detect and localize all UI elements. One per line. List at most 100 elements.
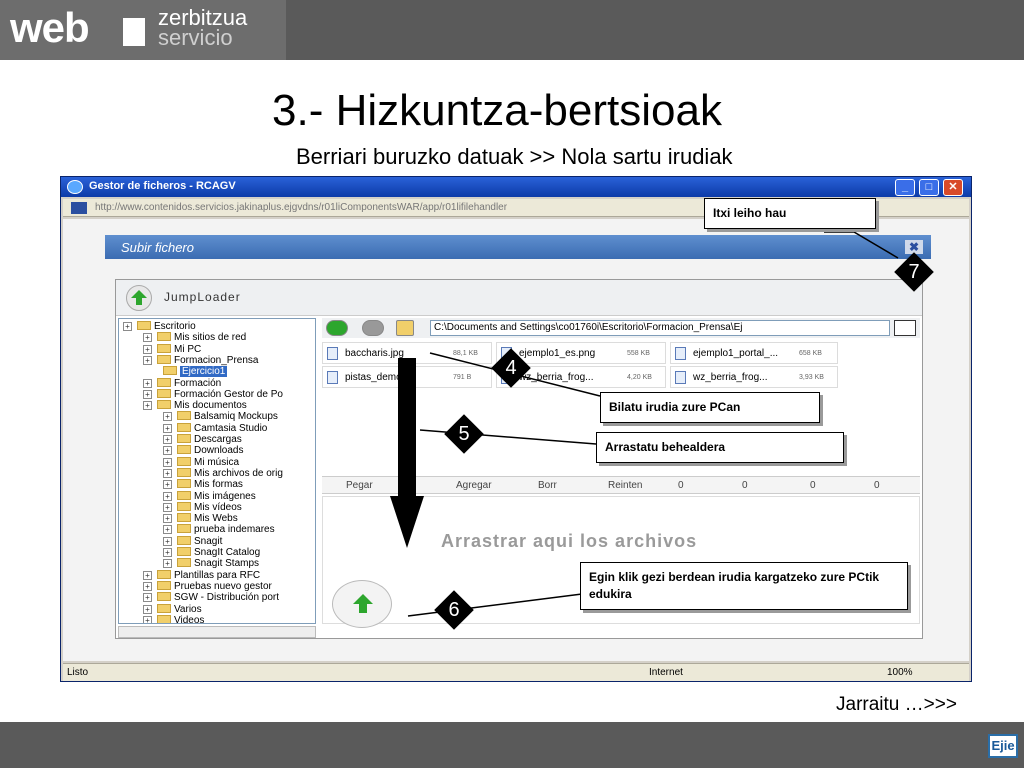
jumploader-upload-icon[interactable]: [126, 285, 152, 311]
maximize-button[interactable]: □: [919, 179, 939, 196]
status-zoom[interactable]: 100%: [887, 667, 913, 678]
tree-item[interactable]: + Mis documentos: [143, 400, 247, 412]
view-toggle-icon[interactable]: [894, 320, 916, 336]
tree-item[interactable]: + Downloads: [163, 445, 243, 457]
folder-icon: [157, 569, 171, 579]
expand-icon[interactable]: +: [163, 559, 172, 569]
tree-item-label: Mis imágenes: [194, 490, 256, 502]
tree-item[interactable]: + Camtasia Studio: [163, 422, 267, 435]
tree-item[interactable]: + SGW - Distribución port: [143, 592, 279, 604]
minimize-button[interactable]: _: [895, 179, 915, 196]
tree-item-label: Videos: [174, 614, 205, 624]
expand-icon[interactable]: +: [143, 593, 152, 603]
up-icon[interactable]: [362, 320, 384, 336]
expand-icon[interactable]: +: [163, 468, 172, 478]
expand-icon[interactable]: +: [163, 480, 172, 490]
tree-item[interactable]: + Pruebas nuevo gestor: [143, 580, 272, 593]
expand-icon[interactable]: +: [143, 604, 152, 614]
expand-icon[interactable]: +: [163, 435, 172, 444]
tree-item-label: Ejercicio1: [180, 366, 228, 378]
tree-item[interactable]: + Mis imágenes: [163, 490, 256, 503]
tree-item[interactable]: + Formación: [143, 377, 221, 390]
tree-item[interactable]: + Formacion_Prensa: [143, 354, 258, 367]
tree-item[interactable]: + Mis archivos de orig: [163, 467, 283, 480]
ejie-logo: Ejie: [988, 734, 1018, 758]
tree-item-label: Mis formas: [194, 479, 243, 491]
expand-icon[interactable]: +: [143, 401, 152, 411]
back-icon[interactable]: [326, 320, 348, 336]
retry-button[interactable]: Reinten: [608, 480, 642, 491]
tree-item[interactable]: Ejercicio1: [163, 366, 228, 378]
step-7-label: 7: [908, 261, 920, 283]
expand-icon[interactable]: +: [123, 322, 132, 331]
file-icon: [675, 347, 686, 360]
expand-icon[interactable]: +: [163, 491, 172, 501]
file-name: wz_berria_frog...: [693, 372, 768, 383]
tree-item[interactable]: + Mis formas: [163, 479, 243, 491]
next-link[interactable]: Jarraitu …>>>: [836, 694, 957, 716]
expand-icon[interactable]: +: [143, 355, 152, 365]
tree-scrollbar[interactable]: [118, 626, 316, 638]
web-zerbitzua-logo: web zerbitzua servicio: [0, 0, 286, 60]
tree-item[interactable]: + Videos: [143, 614, 205, 624]
tree-item[interactable]: + Mis vídeos: [163, 501, 242, 514]
expand-icon[interactable]: +: [163, 457, 172, 467]
tree-item[interactable]: + Balsamiq Mockups: [163, 411, 278, 423]
tree-item-label: Pruebas nuevo gestor: [174, 580, 272, 592]
file-item[interactable]: wz_berria_frog... 3,93 KB: [670, 366, 838, 388]
paste-button[interactable]: Pegar: [346, 480, 373, 491]
add-button[interactable]: Agregar: [456, 480, 492, 491]
tree-item-label: Mis documentos: [174, 400, 247, 412]
file-size: 3,93 KB: [799, 374, 824, 381]
expand-icon[interactable]: +: [143, 615, 152, 623]
expand-icon[interactable]: +: [143, 333, 152, 343]
folder-icon: [157, 580, 171, 590]
step-5-label: 5: [458, 423, 470, 445]
drag-arrow-head: [390, 496, 424, 548]
expand-icon[interactable]: +: [143, 581, 152, 591]
step-4-label: 4: [505, 357, 517, 379]
tree-item-label: Mi música: [194, 456, 240, 468]
expand-icon[interactable]: +: [143, 344, 152, 354]
step-6-label: 6: [448, 599, 460, 621]
tree-item[interactable]: + Formación Gestor de Po: [143, 388, 283, 401]
expand-icon[interactable]: +: [163, 423, 172, 433]
tree-item[interactable]: + Mis Webs: [163, 513, 238, 525]
expand-icon[interactable]: +: [163, 502, 172, 512]
folder-icon[interactable]: [396, 320, 414, 336]
expand-icon[interactable]: +: [143, 378, 152, 388]
tree-item[interactable]: + Snagit: [163, 535, 222, 548]
error-count: 0: [874, 480, 880, 491]
expand-icon[interactable]: +: [143, 389, 152, 399]
tree-item[interactable]: + SnagIt Catalog: [163, 547, 260, 559]
tree-item[interactable]: + Descargas: [163, 434, 242, 446]
green-upload-button[interactable]: [332, 580, 392, 628]
path-field[interactable]: C:\Documents and Settings\co01760i\Escri…: [430, 320, 890, 336]
close-window-button[interactable]: ✕: [943, 179, 963, 196]
tree-item-label: Descargas: [194, 434, 242, 445]
window-title: Gestor de ficheros - RCAGV: [89, 180, 236, 192]
tree-item[interactable]: + Mi PC: [143, 343, 201, 356]
tree-item[interactable]: + Escritorio: [123, 321, 196, 333]
expand-icon[interactable]: +: [143, 570, 152, 580]
delete-button[interactable]: Borr: [538, 480, 557, 491]
folder-icon: [177, 535, 191, 545]
folder-tree[interactable]: + Escritorio + Mis sitios de red + Mi PC + Form…: [118, 318, 316, 624]
expand-icon[interactable]: +: [163, 412, 172, 422]
expand-icon[interactable]: +: [163, 548, 172, 557]
jumploader-title: JumpLoader: [164, 290, 241, 304]
jumploader-header: JumpLoader: [116, 280, 922, 316]
tree-item[interactable]: + prueba indemares: [163, 524, 275, 536]
tree-item[interactable]: + Mi música: [163, 456, 240, 469]
tree-item[interactable]: + Varios: [143, 603, 202, 616]
expand-icon[interactable]: +: [163, 446, 172, 456]
tree-item-label: Escritorio: [154, 321, 196, 332]
expand-icon[interactable]: +: [163, 536, 172, 546]
expand-icon[interactable]: +: [163, 525, 172, 535]
tree-item[interactable]: + Snagit Stamps: [163, 558, 259, 570]
file-navigation: C:\Documents and Settings\co01760i\Escri…: [322, 318, 920, 338]
expand-icon[interactable]: +: [163, 514, 172, 524]
tree-item[interactable]: + Plantillas para RFC: [143, 569, 260, 582]
file-item[interactable]: ejemplo1_portal_... 658 KB: [670, 342, 838, 364]
tree-item[interactable]: + Mis sitios de red: [143, 332, 246, 344]
